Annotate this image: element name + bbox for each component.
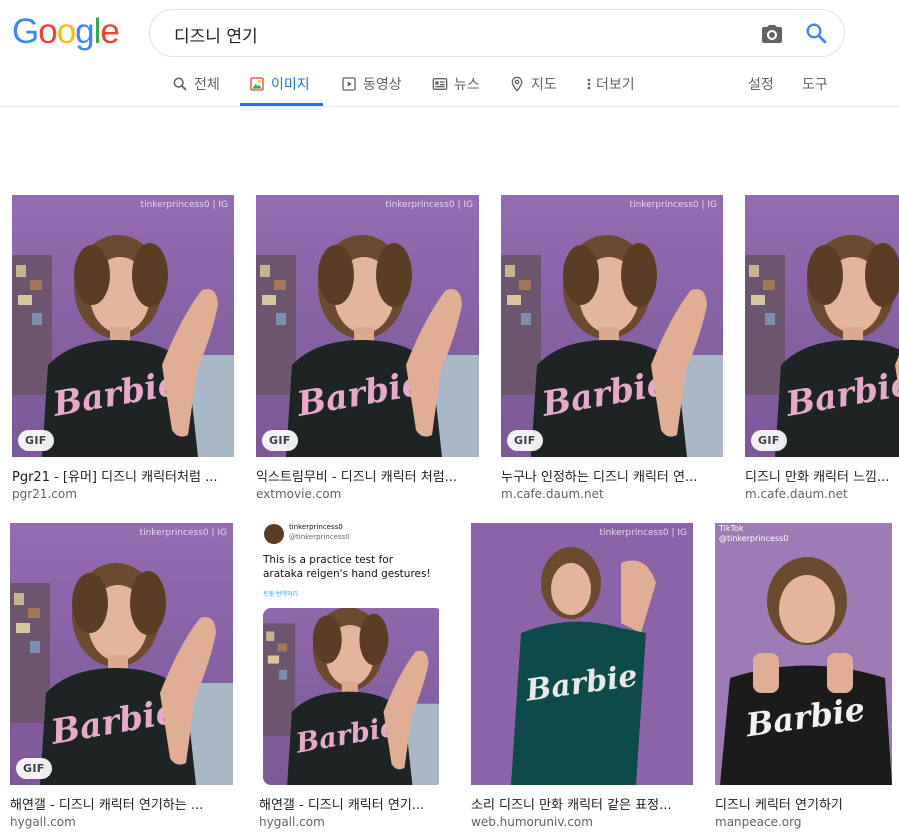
thumbnail-image xyxy=(12,195,234,457)
tab-label: 동영상 xyxy=(363,77,402,93)
result-source[interactable]: pgr21.com xyxy=(12,487,77,501)
result-thumbnail[interactable]: tinkerprincess0 | IG GIF xyxy=(10,523,233,785)
result-thumbnail[interactable]: tinkerprincess0 | IG GIF xyxy=(501,195,723,457)
tweet-translate-link: 트윗 번역하기 xyxy=(263,591,299,598)
news-icon xyxy=(432,78,448,90)
image-result[interactable]: tinkerprincess0 | IG GIF 해연갤 - 디즈니 캐릭터 연… xyxy=(4,523,239,833)
logo-letter: e xyxy=(100,12,119,51)
search-input[interactable] xyxy=(172,20,736,48)
tab-label: 뉴스 xyxy=(454,77,480,93)
search-box[interactable] xyxy=(149,9,845,57)
result-thumbnail[interactable]: tinkerprincess0 @tinkerprincess0 This is… xyxy=(259,523,449,785)
logo-letter: g xyxy=(75,12,94,51)
result-thumbnail[interactable]: Barbie tinkerprincess0 | IG xyxy=(471,523,693,785)
tab-images[interactable]: 이미지 xyxy=(240,62,323,106)
watermark: tinkerprincess0 | IG xyxy=(385,200,473,210)
gif-badge: GIF xyxy=(262,430,298,451)
gif-badge: GIF xyxy=(507,430,543,451)
image-result[interactable]: GIF 디즈니 만화 캐릭터 느낌... m.cafe.daum.net xyxy=(739,195,899,505)
image-icon xyxy=(250,77,264,91)
result-title[interactable]: 디즈니 케릭터 연기하기 xyxy=(715,794,885,813)
result-title[interactable]: 디즈니 만화 캐릭터 느낌... xyxy=(745,466,899,485)
tweet-author: tinkerprincess0 xyxy=(289,523,343,531)
image-result[interactable]: tinkerprincess0 | IG GIF 누구나 인정하는 디즈니 캐릭… xyxy=(495,195,730,505)
tab-more[interactable]: 더보기 xyxy=(584,62,635,106)
avatar xyxy=(264,524,284,544)
thumbnail-image xyxy=(501,195,723,457)
gif-badge: GIF xyxy=(16,758,52,779)
result-title[interactable]: 해연갤 - 디즈니 캐릭터 연기하는 ... xyxy=(10,794,228,813)
search-tabs: 전체 이미지 동영상 뉴스 지도 더보기 설정 도구 xyxy=(0,62,899,106)
search-icon xyxy=(173,77,187,91)
logo-letter: G xyxy=(12,12,39,51)
result-thumbnail[interactable]: tinkerprincess0 | IG GIF xyxy=(256,195,479,457)
result-title[interactable]: 익스트림무비 - 디즈니 캐릭터 처럼... xyxy=(256,466,474,485)
tab-videos[interactable]: 동영상 xyxy=(341,62,402,106)
gif-badge: GIF xyxy=(751,430,787,451)
watermark: tinkerprincess0 | IG xyxy=(599,528,687,538)
tab-label: 전체 xyxy=(194,77,220,93)
settings-link[interactable]: 설정 xyxy=(748,62,774,106)
tab-news[interactable]: 뉴스 xyxy=(432,62,480,106)
result-source[interactable]: m.cafe.daum.net xyxy=(501,487,604,501)
result-source[interactable]: hygall.com xyxy=(10,815,76,829)
thumbnail-image xyxy=(745,195,899,457)
thumbnail-image xyxy=(10,523,233,785)
play-icon xyxy=(342,77,356,91)
more-icon xyxy=(587,78,591,90)
tweet-body: This is a practice test for arataka reig… xyxy=(263,554,431,580)
logo-letter: o xyxy=(38,12,57,51)
result-thumbnail[interactable]: GIF xyxy=(745,195,899,457)
image-result[interactable]: tinkerprincess0 | IG GIF Pgr21 - [유머] 디즈… xyxy=(6,195,241,505)
camera-icon[interactable] xyxy=(760,22,784,46)
tiktok-handle: @tinkerprincess0 xyxy=(719,534,789,543)
result-title[interactable]: 해연갤 - 디즈니 캐릭터 연기... xyxy=(259,794,439,813)
tweet-handle: @tinkerprincess0 xyxy=(289,533,350,541)
tab-label: 더보기 xyxy=(596,77,635,93)
tab-maps[interactable]: 지도 xyxy=(509,62,557,106)
watermark: tinkerprincess0 | IG xyxy=(629,200,717,210)
thumbnail-image: Barbie xyxy=(715,523,892,785)
tweet-image xyxy=(263,608,439,785)
pin-icon xyxy=(511,76,523,92)
result-title[interactable]: 누구나 인정하는 디즈니 캐릭터 연... xyxy=(501,466,715,485)
thumbnail-image: Barbie xyxy=(471,523,693,785)
tiktok-brand: TikTok xyxy=(719,524,744,533)
google-logo[interactable]: Google xyxy=(12,12,120,51)
result-source[interactable]: extmovie.com xyxy=(256,487,341,501)
tweet-screenshot: tinkerprincess0 @tinkerprincess0 This is… xyxy=(259,523,439,785)
logo-letter: o xyxy=(56,12,76,51)
result-thumbnail[interactable]: tinkerprincess0 | IG GIF xyxy=(12,195,234,457)
result-source[interactable]: manpeace.org xyxy=(715,815,801,829)
gif-badge: GIF xyxy=(18,430,54,451)
thumbnail-image xyxy=(256,195,479,457)
image-result[interactable]: tinkerprincess0 @tinkerprincess0 This is… xyxy=(253,523,453,833)
result-thumbnail[interactable]: Barbie TikTok @tinkerprincess0 xyxy=(715,523,892,785)
result-source[interactable]: web.humoruniv.com xyxy=(471,815,593,829)
search-icon[interactable] xyxy=(804,21,828,45)
watermark: tinkerprincess0 | IG xyxy=(140,200,228,210)
tab-label: 지도 xyxy=(531,77,557,93)
tools-link[interactable]: 도구 xyxy=(802,62,828,106)
logo-letter: l xyxy=(93,12,102,51)
result-source[interactable]: m.cafe.daum.net xyxy=(745,487,848,501)
watermark: tinkerprincess0 | IG xyxy=(139,528,227,538)
tab-all[interactable]: 전체 xyxy=(172,62,220,106)
result-title[interactable]: 소리 디즈니 만화 캐릭터 같은 표정... xyxy=(471,794,689,813)
image-result[interactable]: Barbie tinkerprincess0 | IG 소리 디즈니 만화 캐릭… xyxy=(465,523,700,833)
result-title[interactable]: Pgr21 - [유머] 디즈니 캐릭터처럼 ... xyxy=(12,466,230,485)
header-divider xyxy=(0,106,899,107)
tab-label: 이미지 xyxy=(271,77,310,93)
result-source[interactable]: hygall.com xyxy=(259,815,325,829)
image-result[interactable]: tinkerprincess0 | IG GIF 익스트림무비 - 디즈니 캐릭… xyxy=(250,195,485,505)
image-result[interactable]: Barbie TikTok @tinkerprincess0 디즈니 케릭터 연… xyxy=(709,523,899,833)
